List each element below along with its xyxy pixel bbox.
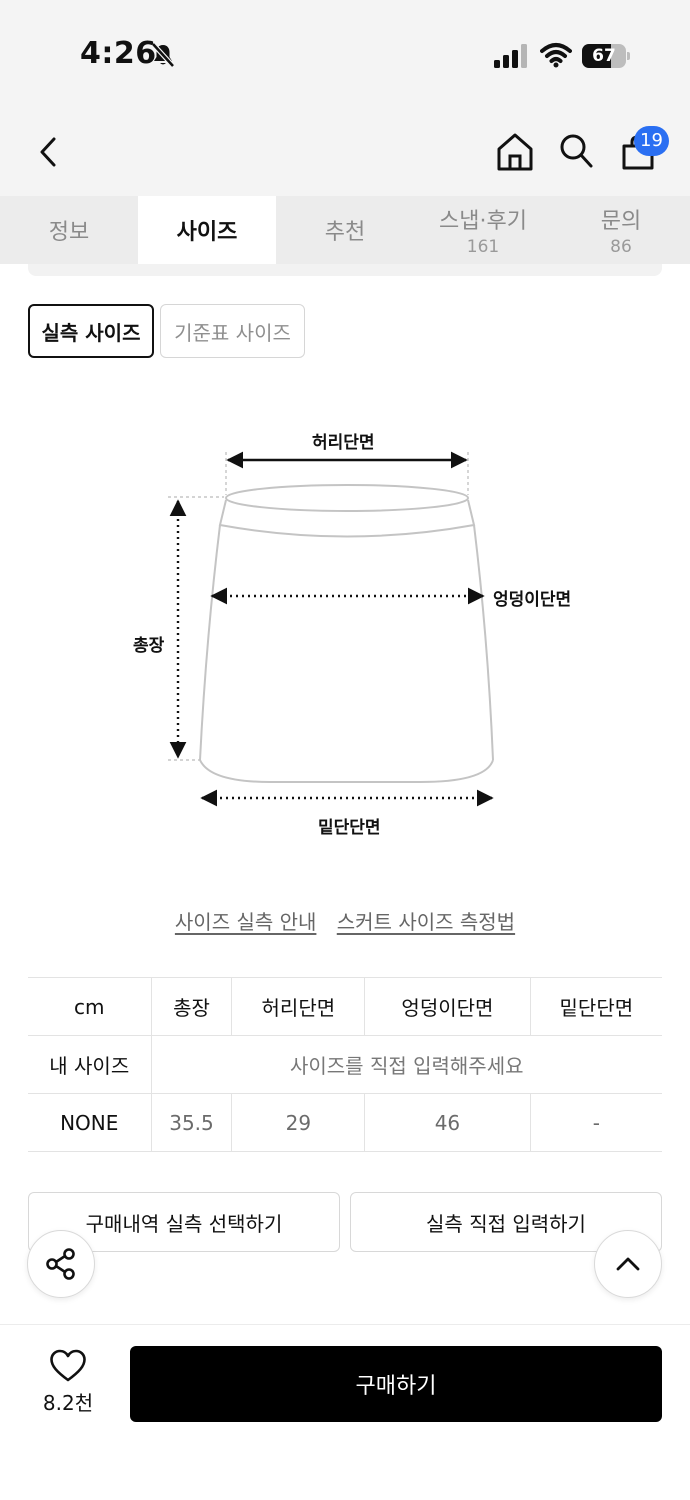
header-cell: 밑단단면 <box>529 977 662 1036</box>
home-icon[interactable] <box>496 132 534 172</box>
value-cell: - <box>529 1093 662 1152</box>
table-header-row: cm 총장 허리단면 엉덩이단면 밑단단면 <box>28 977 662 1036</box>
my-size-row: 내 사이즈 사이즈를 직접 입력해주세요 <box>28 1035 662 1094</box>
my-size-label: 내 사이즈 <box>28 1035 151 1094</box>
tab-label: 사이즈 <box>176 220 238 245</box>
tab-recommend[interactable]: 추천 <box>276 196 414 264</box>
status-bar: 4:26 67 <box>0 0 690 110</box>
actual-size-toggle[interactable]: 실측 사이즈 <box>28 304 154 358</box>
hem-label: 밑단단면 <box>318 818 381 838</box>
skirt-measurement-diagram: 허리단면 엉덩이단면 총장 밑단단면 <box>120 410 600 850</box>
header-cell: 총장 <box>150 977 232 1036</box>
my-size-input-prompt[interactable]: 사이즈를 직접 입력해주세요 <box>150 1035 662 1094</box>
bottom-purchase-bar: 8.2천 구매하기 <box>0 1324 690 1500</box>
tab-label: 정보 <box>48 220 90 245</box>
tab-inquiry[interactable]: 문의 86 <box>552 196 690 264</box>
skirt-illustration <box>168 451 494 807</box>
bell-off-icon <box>151 42 175 68</box>
skirt-measure-link[interactable]: 스커트 사이즈 측정법 <box>337 910 515 934</box>
tab-count: 86 <box>610 237 632 257</box>
tab-size[interactable]: 사이즈 <box>138 196 276 264</box>
wifi-icon <box>540 43 572 68</box>
size-guide-links: 사이즈 실측 안내 스커트 사이즈 측정법 <box>0 906 690 935</box>
hip-label: 엉덩이단면 <box>493 590 572 610</box>
chevron-up-icon <box>616 1257 640 1271</box>
size-name-cell: NONE <box>28 1093 151 1152</box>
tab-snap-review[interactable]: 스냅·후기 161 <box>414 196 552 264</box>
status-time: 4:26 <box>80 36 157 71</box>
like-button[interactable]: 8.2천 <box>28 1349 108 1416</box>
battery-percent: 67 <box>592 46 616 66</box>
battery-body: 67 <box>582 44 626 68</box>
header-cell: 엉덩이단면 <box>364 977 531 1036</box>
tab-info[interactable]: 정보 <box>0 196 138 264</box>
product-tabs: 정보 사이즈 추천 스냅·후기 161 문의 86 <box>0 196 690 264</box>
length-label: 총장 <box>133 636 165 656</box>
heart-icon <box>50 1349 86 1382</box>
like-count: 8.2천 <box>42 1391 94 1415</box>
cellular-signal-icon <box>494 44 527 68</box>
tab-label: 문의 <box>600 209 642 234</box>
content-card-edge <box>28 264 662 276</box>
tab-count: 161 <box>466 237 500 257</box>
share-icon <box>46 1248 75 1280</box>
tab-label: 추천 <box>324 220 366 245</box>
value-cell: 35.5 <box>150 1093 232 1152</box>
unit-cell: cm <box>28 977 151 1036</box>
cart-count-badge: 19 <box>634 126 669 156</box>
scroll-to-top-button[interactable] <box>594 1230 662 1298</box>
back-arrow-icon[interactable] <box>36 134 64 170</box>
search-icon[interactable] <box>558 132 594 170</box>
buy-button[interactable]: 구매하기 <box>130 1346 662 1422</box>
standard-size-toggle[interactable]: 기준표 사이즈 <box>160 304 305 358</box>
battery-tip <box>627 52 630 60</box>
waist-label: 허리단면 <box>312 433 375 453</box>
tab-label: 스냅·후기 <box>439 209 527 234</box>
top-nav-bar: 19 <box>0 110 690 196</box>
table-row: NONE 35.5 29 46 - <box>28 1093 662 1152</box>
value-cell: 46 <box>364 1093 531 1152</box>
value-cell: 29 <box>231 1093 365 1152</box>
size-guide-link[interactable]: 사이즈 실측 안내 <box>175 910 317 934</box>
battery-indicator: 67 <box>582 44 630 68</box>
size-table: cm 총장 허리단면 엉덩이단면 밑단단면 내 사이즈 사이즈를 직접 입력해주… <box>28 977 662 1152</box>
header-cell: 허리단면 <box>231 977 365 1036</box>
share-button[interactable] <box>27 1230 95 1298</box>
